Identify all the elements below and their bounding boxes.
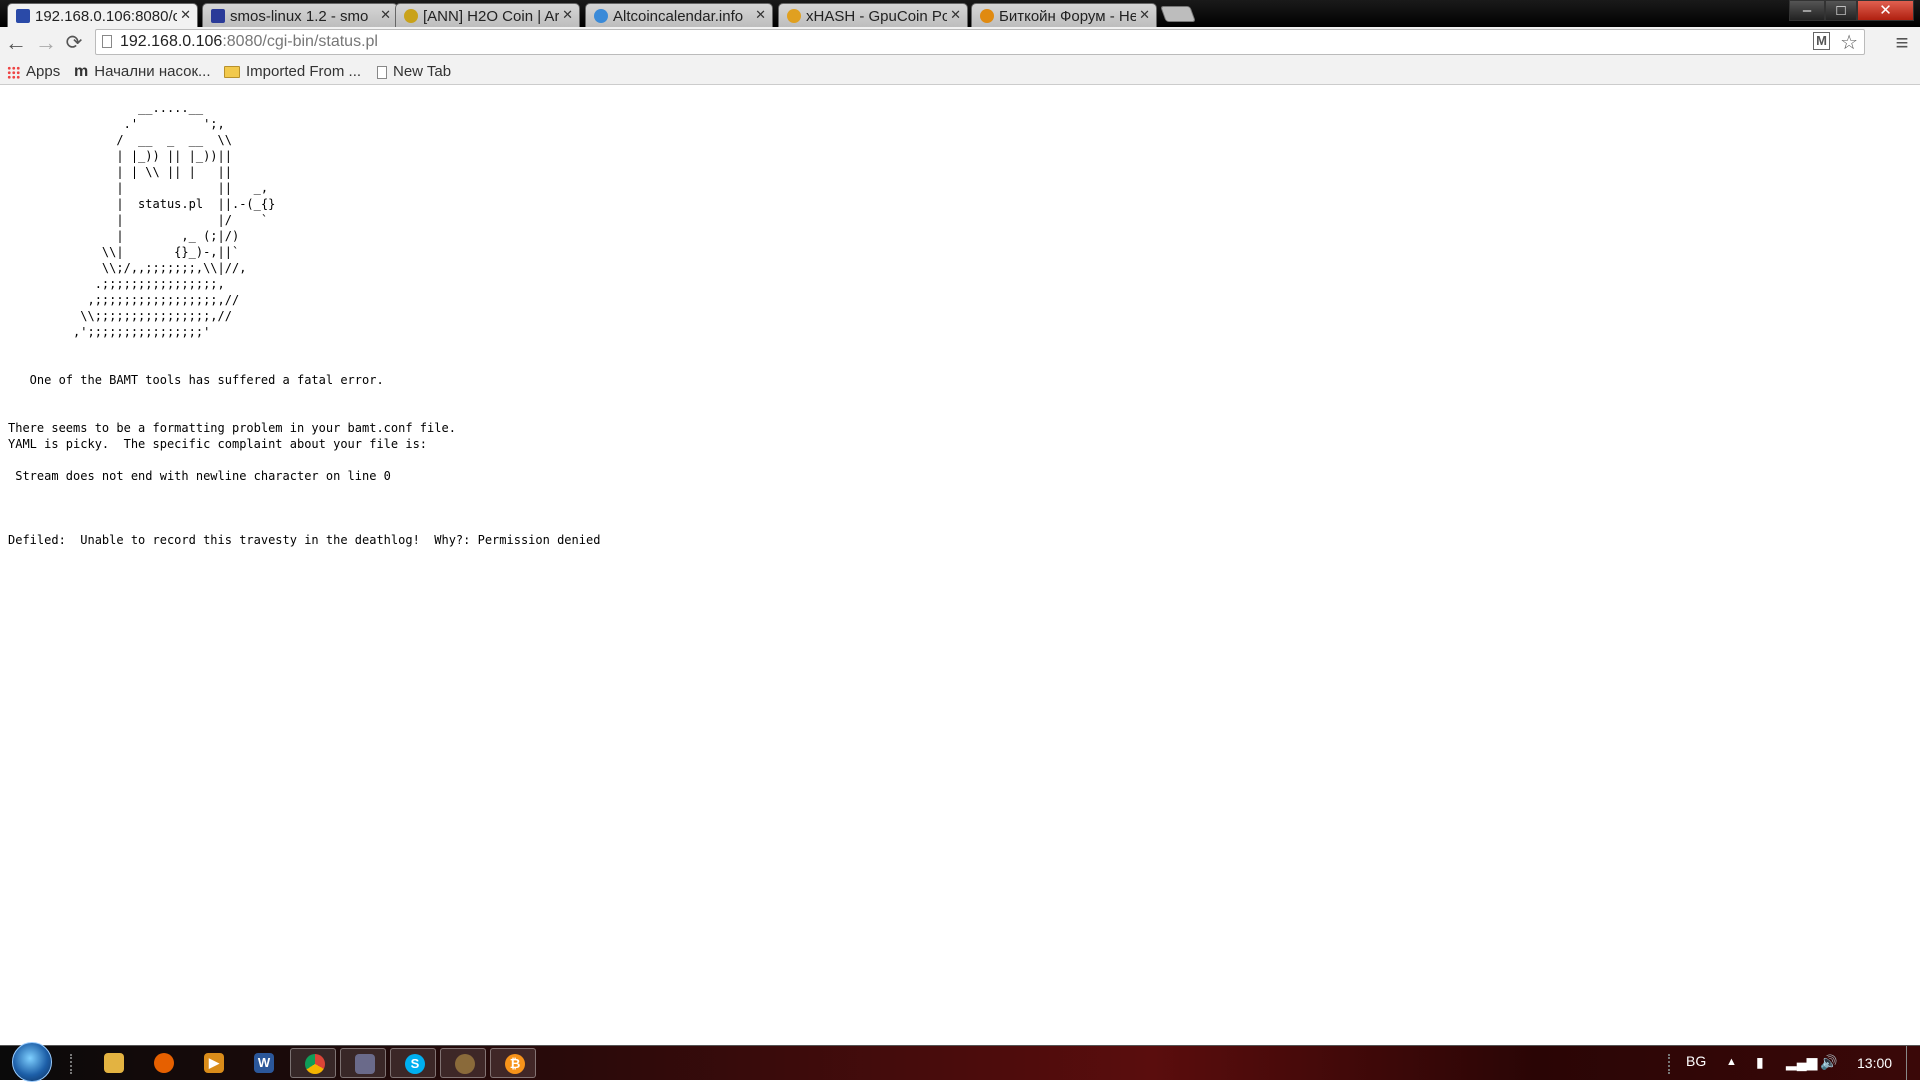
close-window-button[interactable]: ✕ xyxy=(1857,0,1914,21)
address-url[interactable]: 192.168.0.106:8080/cgi-bin/status.pl xyxy=(120,33,378,51)
tab-bitcoin-forum[interactable]: Биткойн Форум - Не ✕ xyxy=(971,3,1157,27)
xhash-favicon-icon xyxy=(787,9,801,23)
yaml-complaint: Stream does not end with newline charact… xyxy=(8,469,391,483)
tab-title: xHASH - GpuCoin Po xyxy=(806,8,947,25)
m-logo-icon: m xyxy=(74,63,89,81)
apps-grid-icon xyxy=(7,65,20,79)
tab-title: [ANN] H2O Coin | Ar xyxy=(423,8,559,25)
taskbar-grip xyxy=(70,1054,78,1074)
taskbar-chrome[interactable] xyxy=(290,1048,336,1078)
yaml-picky-line: YAML is picky. The specific complaint ab… xyxy=(8,437,428,451)
show-hidden-icons-icon[interactable]: ▲ xyxy=(1726,1056,1737,1068)
taskbar-explorer[interactable] xyxy=(90,1048,136,1078)
firefox-icon xyxy=(154,1053,174,1073)
media-player-icon: ▶ xyxy=(204,1053,224,1073)
taskbar-media-player[interactable]: ▶ xyxy=(190,1048,236,1078)
tab-title: smos-linux 1.2 - smo xyxy=(230,8,369,25)
bookmark-label: Apps xyxy=(26,63,61,80)
formatting-problem-line: There seems to be a formatting problem i… xyxy=(8,421,456,435)
show-desktop-button[interactable] xyxy=(1906,1046,1920,1080)
taskbar-skype[interactable]: S xyxy=(390,1048,436,1078)
network-signal-icon[interactable]: ▂▄▆ xyxy=(1786,1054,1817,1071)
power-icon[interactable]: ▮ xyxy=(1756,1054,1764,1071)
close-tab-icon[interactable]: ✕ xyxy=(562,7,573,23)
start-button[interactable] xyxy=(12,1042,52,1082)
bookmark-new-tab[interactable]: New Tab xyxy=(377,61,451,83)
address-bar[interactable]: 192.168.0.106:8080/cgi-bin/status.pl M ☆ xyxy=(95,29,1865,55)
bookmarks-bar: Apps m Начални насок... Imported From ...… xyxy=(0,59,1920,85)
extension-icon[interactable]: M xyxy=(1813,32,1830,50)
bookmark-label: Imported From ... xyxy=(246,63,362,80)
ascii-art: __.....__ .' ';, / __ _ __ \\ | |_)) || … xyxy=(73,101,276,339)
taskbar-firefox[interactable] xyxy=(140,1048,186,1078)
bookmark-star-icon[interactable]: ☆ xyxy=(1840,30,1858,55)
tray-grip xyxy=(1668,1054,1676,1074)
taskbar-word[interactable]: W xyxy=(240,1048,286,1078)
maximize-button[interactable]: □ xyxy=(1825,0,1857,21)
taskbar-remote-tool[interactable] xyxy=(340,1048,386,1078)
page-content: __.....__ .' ';, / __ _ __ \\ | |_)) || … xyxy=(8,100,600,548)
coin-favicon-icon xyxy=(404,9,418,23)
mining-app-icon xyxy=(455,1054,475,1074)
fatal-error-message: One of the BAMT tools has suffered a fat… xyxy=(8,373,384,387)
bitcoin-icon: ₿ xyxy=(505,1054,525,1074)
tab-xhash[interactable]: xHASH - GpuCoin Po ✕ xyxy=(778,3,968,27)
taskbar-mining-app[interactable] xyxy=(440,1048,486,1078)
back-icon[interactable]: ← xyxy=(4,31,28,55)
tab-status-pl[interactable]: 192.168.0.106:8080/c ✕ xyxy=(7,3,198,27)
close-tab-icon[interactable]: ✕ xyxy=(380,7,391,23)
word-icon: W xyxy=(254,1053,274,1073)
menu-icon[interactable]: ≡ xyxy=(1890,31,1914,55)
page-favicon-icon xyxy=(16,9,30,23)
close-tab-icon[interactable]: ✕ xyxy=(1139,7,1150,23)
language-indicator[interactable]: BG xyxy=(1686,1053,1706,1069)
remote-tool-icon xyxy=(355,1054,375,1074)
tab-strip: 192.168.0.106:8080/c ✕ smos-linux 1.2 - … xyxy=(0,0,1920,27)
tab-title: Altcoincalendar.info xyxy=(613,8,744,25)
globe-favicon-icon xyxy=(594,9,608,23)
tab-altcoincalendar[interactable]: Altcoincalendar.info ✕ xyxy=(585,3,773,27)
bookmark-nachalni[interactable]: m Начални насок... xyxy=(74,61,211,83)
skype-icon: S xyxy=(405,1054,425,1074)
close-tab-icon[interactable]: ✕ xyxy=(950,7,961,23)
forward-icon[interactable]: → xyxy=(34,31,58,55)
close-tab-icon[interactable]: ✕ xyxy=(180,7,191,23)
reload-icon[interactable]: ⟳ xyxy=(62,31,86,55)
deathlog-error: Defiled: Unable to record this travesty … xyxy=(8,533,601,547)
tab-title: Биткойн Форум - Не xyxy=(999,8,1136,25)
browser-toolbar: ← → ⟳ 192.168.0.106:8080/cgi-bin/status.… xyxy=(0,27,1920,59)
chrome-icon xyxy=(305,1054,325,1074)
tab-smos-linux[interactable]: smos-linux 1.2 - smo ✕ xyxy=(202,3,398,27)
close-tab-icon[interactable]: ✕ xyxy=(755,7,766,23)
minimize-button[interactable]: – xyxy=(1789,0,1825,21)
url-host: 192.168.0.106 xyxy=(120,33,223,50)
page-icon xyxy=(377,65,387,79)
folder-icon xyxy=(224,66,240,79)
bookmark-imported[interactable]: Imported From ... xyxy=(224,61,361,83)
new-tab-button[interactable] xyxy=(1160,6,1196,22)
tab-title: 192.168.0.106:8080/c xyxy=(35,8,177,25)
bookmark-label: Начални насок... xyxy=(94,63,211,80)
taskbar-bitcoin[interactable]: ₿ xyxy=(490,1048,536,1078)
taskbar: ▶ W S ₿ BG ▲ ▮ ▂▄▆ 🔊 13:00 xyxy=(0,1042,1920,1082)
folder-icon xyxy=(104,1053,124,1073)
tab-h2o-coin[interactable]: [ANN] H2O Coin | Ar ✕ xyxy=(395,3,580,27)
volume-icon[interactable]: 🔊 xyxy=(1820,1054,1837,1071)
forum-favicon-icon xyxy=(211,9,225,23)
bookmark-label: New Tab xyxy=(393,63,452,80)
page-icon xyxy=(102,35,112,48)
url-path: :8080/cgi-bin/status.pl xyxy=(222,33,378,50)
bitcoin-favicon-icon xyxy=(980,9,994,23)
clock[interactable]: 13:00 xyxy=(1857,1055,1892,1071)
bookmark-apps[interactable]: Apps xyxy=(7,61,60,83)
